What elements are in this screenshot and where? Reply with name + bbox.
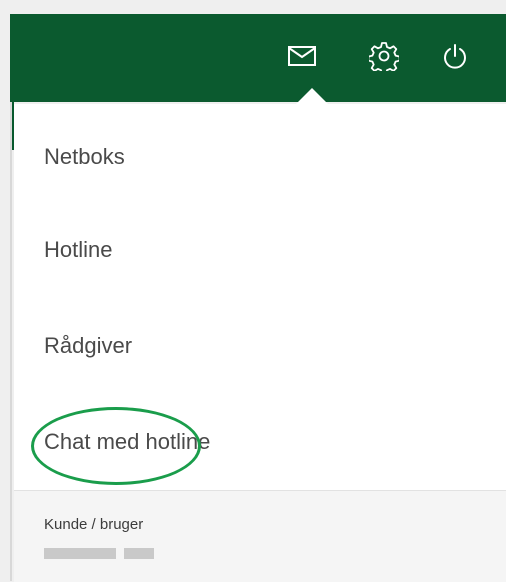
mail-button[interactable] [284, 38, 320, 74]
dropdown-caret [296, 88, 328, 104]
settings-button[interactable] [366, 38, 402, 74]
left-divider [10, 102, 12, 581]
power-icon [444, 44, 466, 69]
redacted-block [44, 548, 116, 559]
customer-user-value-redacted [44, 548, 154, 559]
customer-user-label: Kunde / bruger [44, 516, 144, 533]
mail-dropdown-panel: Netboks Hotline Rådgiver Chat med hotlin… [14, 104, 506, 582]
gear-icon [369, 42, 399, 71]
menu-item-netboks[interactable]: Netboks [44, 144, 125, 170]
mail-icon [288, 46, 316, 66]
top-navigation-bar [10, 14, 506, 102]
menu-item-raadgiver[interactable]: Rådgiver [44, 333, 132, 359]
logout-button[interactable] [437, 38, 473, 74]
menu-item-hotline[interactable]: Hotline [44, 237, 112, 263]
menu-item-chat-med-hotline[interactable]: Chat med hotline [44, 429, 210, 455]
user-info-footer: Kunde / bruger [14, 490, 506, 582]
redacted-block [124, 548, 154, 559]
